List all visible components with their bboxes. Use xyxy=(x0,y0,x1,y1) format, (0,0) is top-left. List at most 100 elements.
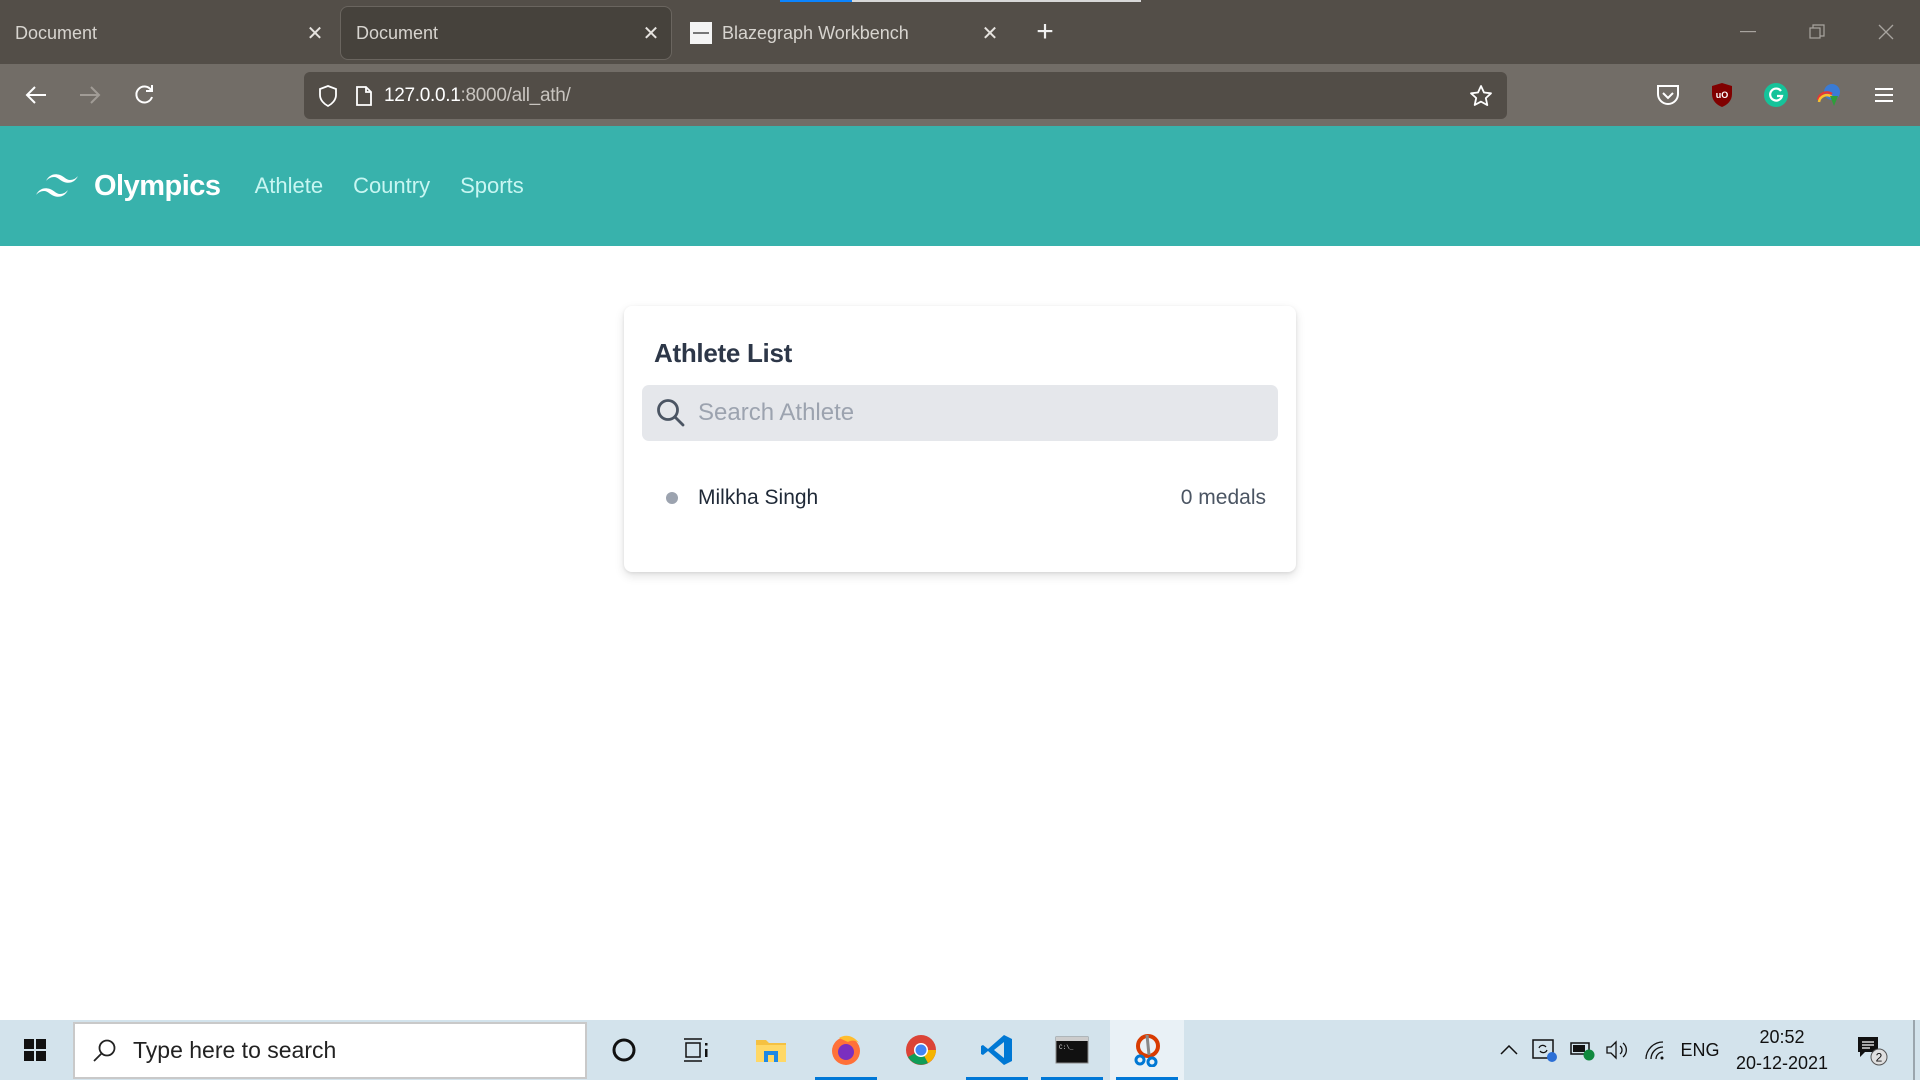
url-text[interactable]: 127.0.0.1:8000/all_ath/ xyxy=(384,84,571,107)
close-icon[interactable]: ✕ xyxy=(970,21,1010,46)
athlete-list-card: Athlete List Milkha Singh 0 medals xyxy=(624,306,1296,572)
arrow-left-icon xyxy=(25,86,46,104)
notification-icon: 2 xyxy=(1858,1037,1888,1066)
address-bar[interactable]: 127.0.0.1:8000/all_ath/ xyxy=(304,72,1507,119)
task-view-icon xyxy=(684,1038,708,1062)
notification-count-badge: 2 xyxy=(1876,1051,1883,1065)
close-icon[interactable]: ✕ xyxy=(295,21,335,46)
chrome-icon xyxy=(906,1035,936,1065)
snipping-tool-icon xyxy=(1134,1034,1160,1067)
close-icon xyxy=(1878,24,1894,40)
new-tab-button[interactable]: + xyxy=(1030,14,1060,50)
tab-document-2[interactable]: Document ✕ xyxy=(340,6,672,60)
cortana-icon xyxy=(612,1038,636,1062)
site-header: Olympics Athlete Country Sports xyxy=(0,126,1920,246)
task-view-button[interactable] xyxy=(659,1020,733,1080)
back-button[interactable] xyxy=(18,77,54,113)
bookmark-star-icon[interactable] xyxy=(1469,84,1493,108)
terminal-icon: C:\_ xyxy=(1055,1036,1089,1064)
restore-button[interactable] xyxy=(1794,10,1840,54)
svg-text:C:\_: C:\_ xyxy=(1059,1044,1074,1051)
snipping-tool-button[interactable] xyxy=(1110,1020,1184,1080)
terminal-button[interactable]: C:\_ xyxy=(1035,1020,1109,1080)
minimize-button[interactable] xyxy=(1725,10,1771,54)
file-explorer-button[interactable] xyxy=(734,1020,808,1080)
tab-document-1[interactable]: Document ✕ xyxy=(0,6,335,60)
ublock-origin-button[interactable]: uO xyxy=(1704,77,1740,113)
show-desktop-button[interactable] xyxy=(1913,1020,1915,1080)
search-icon xyxy=(656,398,686,428)
battery-button[interactable] xyxy=(1568,1020,1598,1080)
grammarly-button[interactable] xyxy=(1758,77,1794,113)
tab-blazegraph-workbench[interactable]: Blazegraph Workbench ✕ xyxy=(680,6,1010,60)
athlete-search-box[interactable] xyxy=(642,385,1278,441)
athlete-name[interactable]: Milkha Singh xyxy=(698,486,1181,510)
search-icon xyxy=(93,1039,116,1062)
tray-sync-button[interactable] xyxy=(1530,1020,1560,1080)
windows-taskbar: Type here to search C:\_ ENG 20:52 20-12 xyxy=(0,1020,1920,1080)
action-center-button[interactable]: 2 xyxy=(1852,1020,1892,1080)
taskbar-clock[interactable]: 20:52 20-12-2021 xyxy=(1730,1024,1834,1076)
brand-link[interactable]: Olympics xyxy=(34,170,221,203)
reload-button[interactable] xyxy=(126,77,162,113)
pocket-button[interactable] xyxy=(1650,77,1686,113)
start-button[interactable] xyxy=(0,1020,70,1080)
battery-saver-icon xyxy=(1570,1042,1595,1061)
forward-button[interactable] xyxy=(72,77,108,113)
page-icon[interactable] xyxy=(356,85,372,106)
taskbar-search-box[interactable]: Type here to search xyxy=(73,1022,587,1079)
idm-button[interactable] xyxy=(1812,77,1848,113)
tab-title: Blazegraph Workbench xyxy=(722,22,909,43)
clock-date: 20-12-2021 xyxy=(1735,1053,1829,1073)
wifi-button[interactable] xyxy=(1640,1020,1670,1080)
volume-icon xyxy=(1606,1040,1627,1060)
nav-link-country[interactable]: Country xyxy=(353,173,430,199)
browser-tab-bar: Document ✕ Document ✕ Blazegraph Workben… xyxy=(0,0,1920,64)
athlete-search-input[interactable] xyxy=(698,399,1258,427)
ublock-origin-icon: uO xyxy=(1712,83,1732,107)
cortana-button[interactable] xyxy=(587,1020,661,1080)
taskbar-search-placeholder: Type here to search xyxy=(133,1037,337,1063)
tab-title: Document xyxy=(356,22,439,43)
athlete-list-item[interactable]: Milkha Singh 0 medals xyxy=(654,478,1266,518)
wifi-icon xyxy=(1645,1041,1664,1060)
page-load-progress xyxy=(780,0,1141,2)
page-load-progress-fill xyxy=(780,0,853,2)
vscode-icon xyxy=(981,1035,1012,1065)
url-host: 127.0.0.1 xyxy=(384,84,461,106)
volume-button[interactable] xyxy=(1604,1020,1632,1080)
close-window-button[interactable] xyxy=(1863,10,1909,54)
menu-icon xyxy=(1875,88,1893,102)
svg-text:uO: uO xyxy=(1716,90,1729,100)
windows-logo-icon xyxy=(24,1039,46,1061)
app-menu-button[interactable] xyxy=(1866,77,1902,113)
nav-link-sports[interactable]: Sports xyxy=(460,173,524,199)
firefox-icon xyxy=(832,1035,860,1065)
idm-icon xyxy=(1816,84,1840,106)
clock-time: 20:52 xyxy=(1759,1027,1805,1047)
close-icon[interactable]: ✕ xyxy=(631,21,671,46)
athlete-medal-count: 0 medals xyxy=(1180,486,1266,509)
grammarly-icon xyxy=(1764,83,1788,107)
brand-name: Olympics xyxy=(94,169,221,202)
bullet-dot-icon xyxy=(666,492,678,504)
sync-status-icon xyxy=(1532,1039,1557,1062)
input-language-button[interactable]: ENG xyxy=(1678,1020,1722,1080)
tailwind-logo-icon xyxy=(36,174,78,197)
tab-title: Document xyxy=(15,22,98,43)
card-title: Athlete List xyxy=(654,338,792,368)
firefox-button[interactable] xyxy=(809,1020,883,1080)
arrow-right-icon xyxy=(80,86,101,104)
reload-icon xyxy=(135,85,153,104)
vscode-button[interactable] xyxy=(960,1020,1034,1080)
pocket-icon xyxy=(1657,85,1679,105)
url-path: :8000/all_ath/ xyxy=(460,84,571,106)
chrome-button[interactable] xyxy=(884,1020,958,1080)
blazegraph-favicon-icon xyxy=(690,22,712,44)
show-hidden-icons-button[interactable] xyxy=(1496,1020,1522,1080)
browser-toolbar: 127.0.0.1:8000/all_ath/ uO xyxy=(0,64,1920,126)
shield-icon[interactable] xyxy=(318,84,338,107)
nav-link-athlete[interactable]: Athlete xyxy=(255,173,324,199)
chevron-up-icon xyxy=(1500,1045,1518,1055)
minimize-icon xyxy=(1740,31,1756,33)
